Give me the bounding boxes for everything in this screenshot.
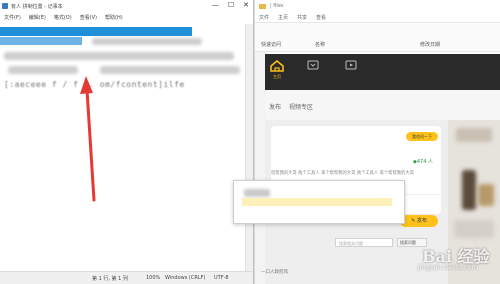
ribbon-file[interactable]: 文件 bbox=[259, 14, 269, 21]
footer-text: 一口人政府风 bbox=[261, 270, 288, 275]
app-topbar: 主页 bbox=[265, 54, 500, 90]
status-zoom: 100% bbox=[146, 275, 161, 281]
context-popup bbox=[233, 180, 405, 224]
home-icon bbox=[270, 60, 284, 72]
blurred-text bbox=[92, 38, 202, 45]
menu-edit[interactable]: 编辑(E) bbox=[29, 14, 46, 21]
watermark: Bai 经验 jingyan.baidu.com bbox=[396, 243, 500, 284]
tab-home[interactable]: 主页 bbox=[269, 60, 285, 84]
explorer-titlebar[interactable]: | files bbox=[255, 0, 500, 12]
selected-text-highlight-2 bbox=[0, 37, 82, 45]
vertical-scrollbar[interactable] bbox=[245, 24, 253, 272]
blurred-image bbox=[456, 128, 492, 142]
notepad-icon bbox=[2, 3, 8, 9]
menu-format[interactable]: 格式(O) bbox=[54, 14, 72, 21]
selected-text-highlight bbox=[0, 27, 192, 36]
column-name[interactable]: 名称 bbox=[315, 41, 325, 48]
highlight-strip bbox=[242, 198, 392, 206]
status-line-ending: Windows (CRLF) bbox=[165, 275, 206, 281]
blurred-text bbox=[8, 66, 78, 74]
text-line: [:aeceee f / f j. om/fcontent]ilfe bbox=[4, 80, 185, 89]
menu-file[interactable]: 文件(F) bbox=[4, 14, 21, 21]
explorer-ribbon: 文件 主页 共享 查看 bbox=[255, 12, 500, 22]
ask-too-button[interactable]: 我也问一下 bbox=[406, 132, 438, 141]
message-icon bbox=[307, 60, 319, 70]
ribbon-view[interactable]: 查看 bbox=[316, 14, 326, 21]
folder-icon bbox=[259, 3, 266, 9]
ribbon-share[interactable]: 共享 bbox=[297, 14, 307, 21]
notepad-titlebar[interactable]: 有人 拼制位置 - 记事本 — ☐ ✕ bbox=[0, 0, 253, 12]
search-input[interactable]: 搜索相关问题 bbox=[335, 238, 393, 247]
app-subnav: 发布 视频专区 bbox=[265, 90, 500, 121]
tab-video[interactable] bbox=[343, 60, 359, 84]
blurred-text bbox=[244, 189, 270, 197]
explorer-header: 快速访问 名称 修改日期 bbox=[255, 22, 500, 52]
blurred-image bbox=[462, 170, 476, 210]
blurred-text bbox=[100, 66, 240, 74]
people-count: ◆474 人 bbox=[413, 159, 433, 165]
explorer-title: | files bbox=[270, 3, 284, 9]
blurred-text bbox=[4, 52, 234, 60]
close-button[interactable]: ✕ bbox=[243, 1, 249, 9]
minimize-button[interactable]: — bbox=[212, 1, 219, 9]
menu-help[interactable]: 帮助(H) bbox=[105, 14, 123, 21]
tab-home-label: 主页 bbox=[273, 74, 281, 79]
subnav-publish[interactable]: 发布 bbox=[269, 102, 281, 111]
tab-messages[interactable] bbox=[305, 60, 321, 84]
column-date[interactable]: 修改日期 bbox=[420, 41, 440, 48]
status-encoding: UTF-8 bbox=[214, 275, 229, 281]
notepad-menubar: 文件(F) 编辑(E) 格式(O) 查看(V) 帮助(H) bbox=[0, 12, 253, 22]
notepad-window: 有人 拼制位置 - 记事本 — ☐ ✕ 文件(F) 编辑(E) 格式(O) 查看… bbox=[0, 0, 254, 284]
notepad-text-area[interactable]: [:aeceee f / f j. om/fcontent]ilfe bbox=[0, 24, 246, 272]
quick-access[interactable]: 快速访问 bbox=[261, 41, 281, 48]
ribbon-home[interactable]: 主页 bbox=[278, 14, 288, 21]
notepad-statusbar: 第 1 行, 第 1 列 100% Windows (CRLF) UTF-8 bbox=[0, 271, 253, 284]
blurred-image bbox=[454, 220, 494, 238]
blurred-image bbox=[478, 184, 494, 206]
subnav-video[interactable]: 视频专区 bbox=[289, 102, 313, 111]
status-position: 第 1 行, 第 1 列 bbox=[92, 275, 128, 282]
card-body-text: 您帮我的大哥 两个工具人 来个帮帮我的大哥 两个工具人 来个帮帮我的大哥 bbox=[271, 171, 414, 176]
maximize-button[interactable]: ☐ bbox=[228, 1, 234, 9]
video-icon bbox=[345, 60, 357, 70]
notepad-title: 有人 拼制位置 - 记事本 bbox=[11, 3, 63, 10]
menu-view[interactable]: 查看(V) bbox=[80, 14, 97, 21]
publish-button[interactable]: ✎ 发布 bbox=[400, 215, 438, 227]
watermark-url: jingyan.baidu.com bbox=[418, 263, 478, 271]
